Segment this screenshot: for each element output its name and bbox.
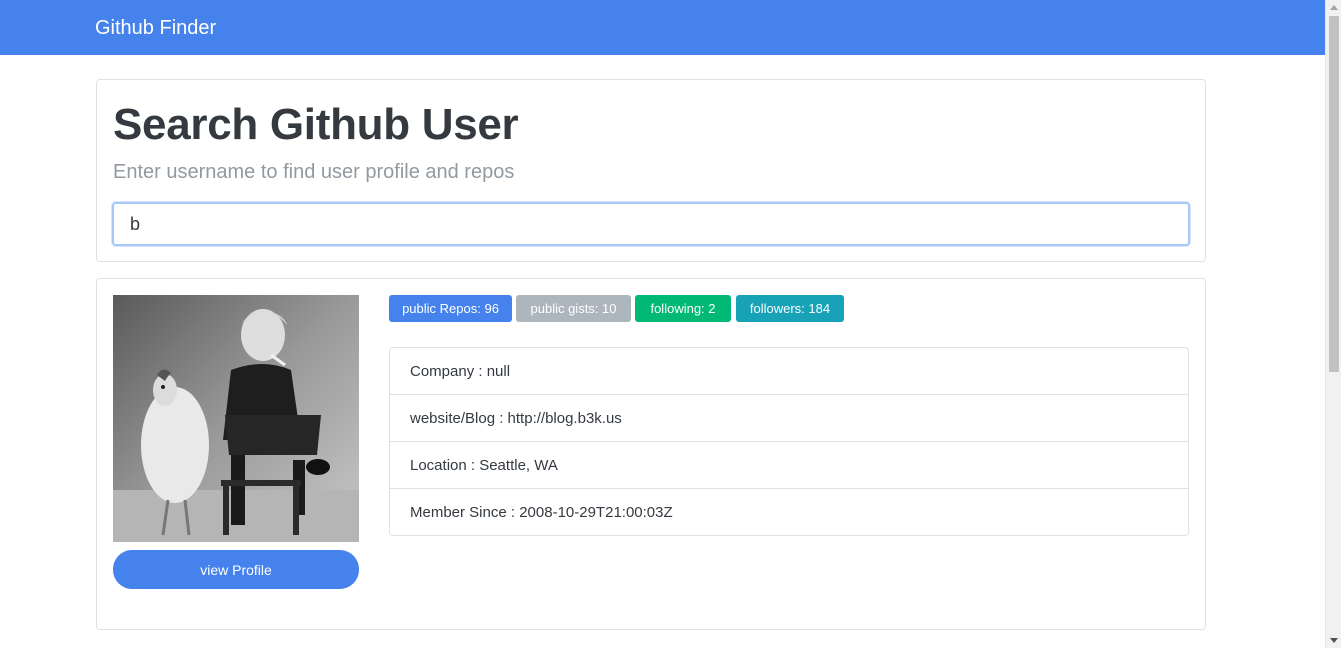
- scroll-down-icon[interactable]: [1330, 638, 1338, 643]
- avatar: [113, 295, 359, 542]
- followers-badge: followers: 184: [736, 295, 844, 322]
- public-gists-badge: public gists: 10: [516, 295, 631, 322]
- avatar-photo: [113, 295, 359, 542]
- profile-info-list: Company : null website/Blog : http://blo…: [389, 347, 1189, 536]
- following-badge: following: 2: [635, 295, 731, 322]
- view-profile-button[interactable]: view Profile: [113, 550, 359, 589]
- page-scrollbar[interactable]: [1325, 0, 1341, 648]
- search-card: Search Github User Enter username to fin…: [96, 79, 1206, 262]
- company-item: Company : null: [390, 348, 1188, 395]
- profile-card: view Profile public Repos: 96 public gis…: [96, 278, 1206, 630]
- location-item: Location : Seattle, WA: [390, 442, 1188, 489]
- scroll-up-icon[interactable]: [1330, 5, 1338, 10]
- search-subtitle: Enter username to find user profile and …: [113, 161, 515, 183]
- navbar: Github Finder: [0, 0, 1325, 55]
- page-title: Search Github User: [113, 100, 519, 149]
- website-item: website/Blog : http://blog.b3k.us: [390, 395, 1188, 442]
- public-repos-badge: public Repos: 96: [389, 295, 512, 322]
- scrollbar-thumb[interactable]: [1329, 16, 1339, 372]
- member-since-item: Member Since : 2008-10-29T21:00:03Z: [410, 504, 673, 521]
- search-input[interactable]: [112, 202, 1190, 246]
- brand-link[interactable]: Github Finder: [95, 15, 216, 41]
